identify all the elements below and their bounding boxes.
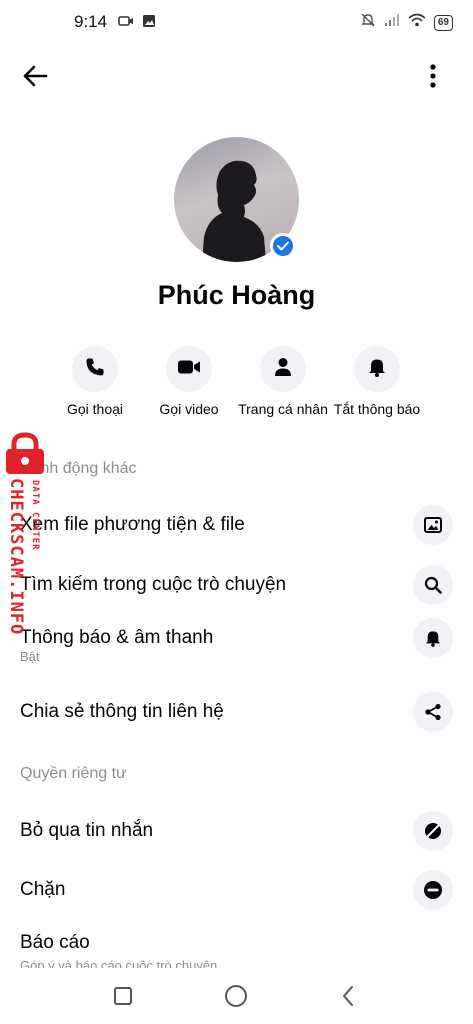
profile-name: Phúc Hoàng	[157, 280, 316, 310]
image-icon	[142, 14, 156, 33]
watermark: CHECKSCAM.INFO DATA CENTER	[2, 432, 58, 672]
recents-button[interactable]	[103, 982, 143, 1014]
voice-call-button[interactable]	[72, 346, 118, 392]
recents-square-icon	[113, 986, 133, 1011]
video-call-button[interactable]	[166, 346, 212, 392]
home-button[interactable]	[216, 982, 256, 1014]
status-time: 9:14	[74, 12, 108, 31]
phone-icon	[85, 357, 105, 382]
system-back-button[interactable]	[328, 982, 368, 1014]
row-block-title: Chặn	[20, 879, 66, 900]
top-bar	[0, 55, 473, 99]
mute-label: Tắt thông báo	[333, 401, 421, 417]
profile-page-label: Trang cá nhân	[238, 401, 328, 417]
arrow-left-icon	[22, 65, 48, 92]
signal-icon	[384, 13, 400, 32]
back-triangle-icon	[341, 985, 355, 1012]
share-icon	[413, 692, 453, 732]
profile-avatar-container[interactable]	[174, 137, 299, 262]
video-call-label: Gọi video	[159, 401, 219, 417]
home-circle-icon	[224, 984, 248, 1013]
profile-page-button[interactable]	[260, 346, 306, 392]
verified-badge-icon	[270, 233, 296, 259]
search-icon	[413, 565, 453, 605]
image-icon	[413, 505, 453, 545]
row-search-title: Tìm kiếm trong cuộc trò chuyện	[20, 574, 287, 595]
more-vertical-icon	[430, 63, 436, 93]
ignore-icon	[413, 811, 453, 851]
bell-icon	[413, 618, 453, 658]
row-ignore-messages[interactable]: Bỏ qua tin nhắn	[0, 808, 473, 858]
person-icon	[274, 357, 292, 382]
status-bar: 9:14 69	[0, 0, 473, 44]
row-report-title: Báo cáo	[20, 932, 90, 953]
block-icon	[413, 870, 453, 910]
bell-icon	[368, 357, 386, 382]
mute-button[interactable]	[354, 346, 400, 392]
row-share-title: Chia sẻ thông tin liên hệ	[20, 701, 224, 722]
video-camera-icon	[118, 14, 134, 33]
watermark-sub-text: DATA CENTER	[30, 480, 40, 551]
more-options-button[interactable]	[423, 63, 443, 93]
battery-icon: 69	[433, 14, 453, 31]
wifi-icon	[408, 13, 426, 32]
video-icon	[177, 359, 201, 380]
row-search-conversation[interactable]: Tìm kiếm trong cuộc trò chuyện	[0, 562, 473, 612]
row-view-media[interactable]: Xem file phương tiện & file	[0, 502, 473, 552]
row-ignore-title: Bỏ qua tin nhắn	[20, 820, 154, 841]
row-notifications-sound[interactable]: Thông báo & âm thanh Bật	[0, 615, 473, 665]
row-block[interactable]: Chặn	[0, 867, 473, 917]
bell-off-icon	[360, 12, 376, 33]
mute-action[interactable]: Tắt thông báo	[322, 346, 432, 417]
voice-call-label: Gọi thoại	[66, 401, 124, 417]
section-header-privacy: Quyền riêng tư	[20, 765, 127, 782]
padlock-logo-icon	[2, 432, 48, 476]
row-report-subtitle: Góp ý và báo cáo cuộc trò chuyện	[20, 958, 218, 968]
watermark-main-text: CHECKSCAM.INFO	[6, 478, 26, 636]
back-button[interactable]	[20, 63, 50, 93]
system-nav-bar	[0, 974, 473, 1024]
row-share-contact[interactable]: Chia sẻ thông tin liên hệ	[0, 689, 473, 739]
